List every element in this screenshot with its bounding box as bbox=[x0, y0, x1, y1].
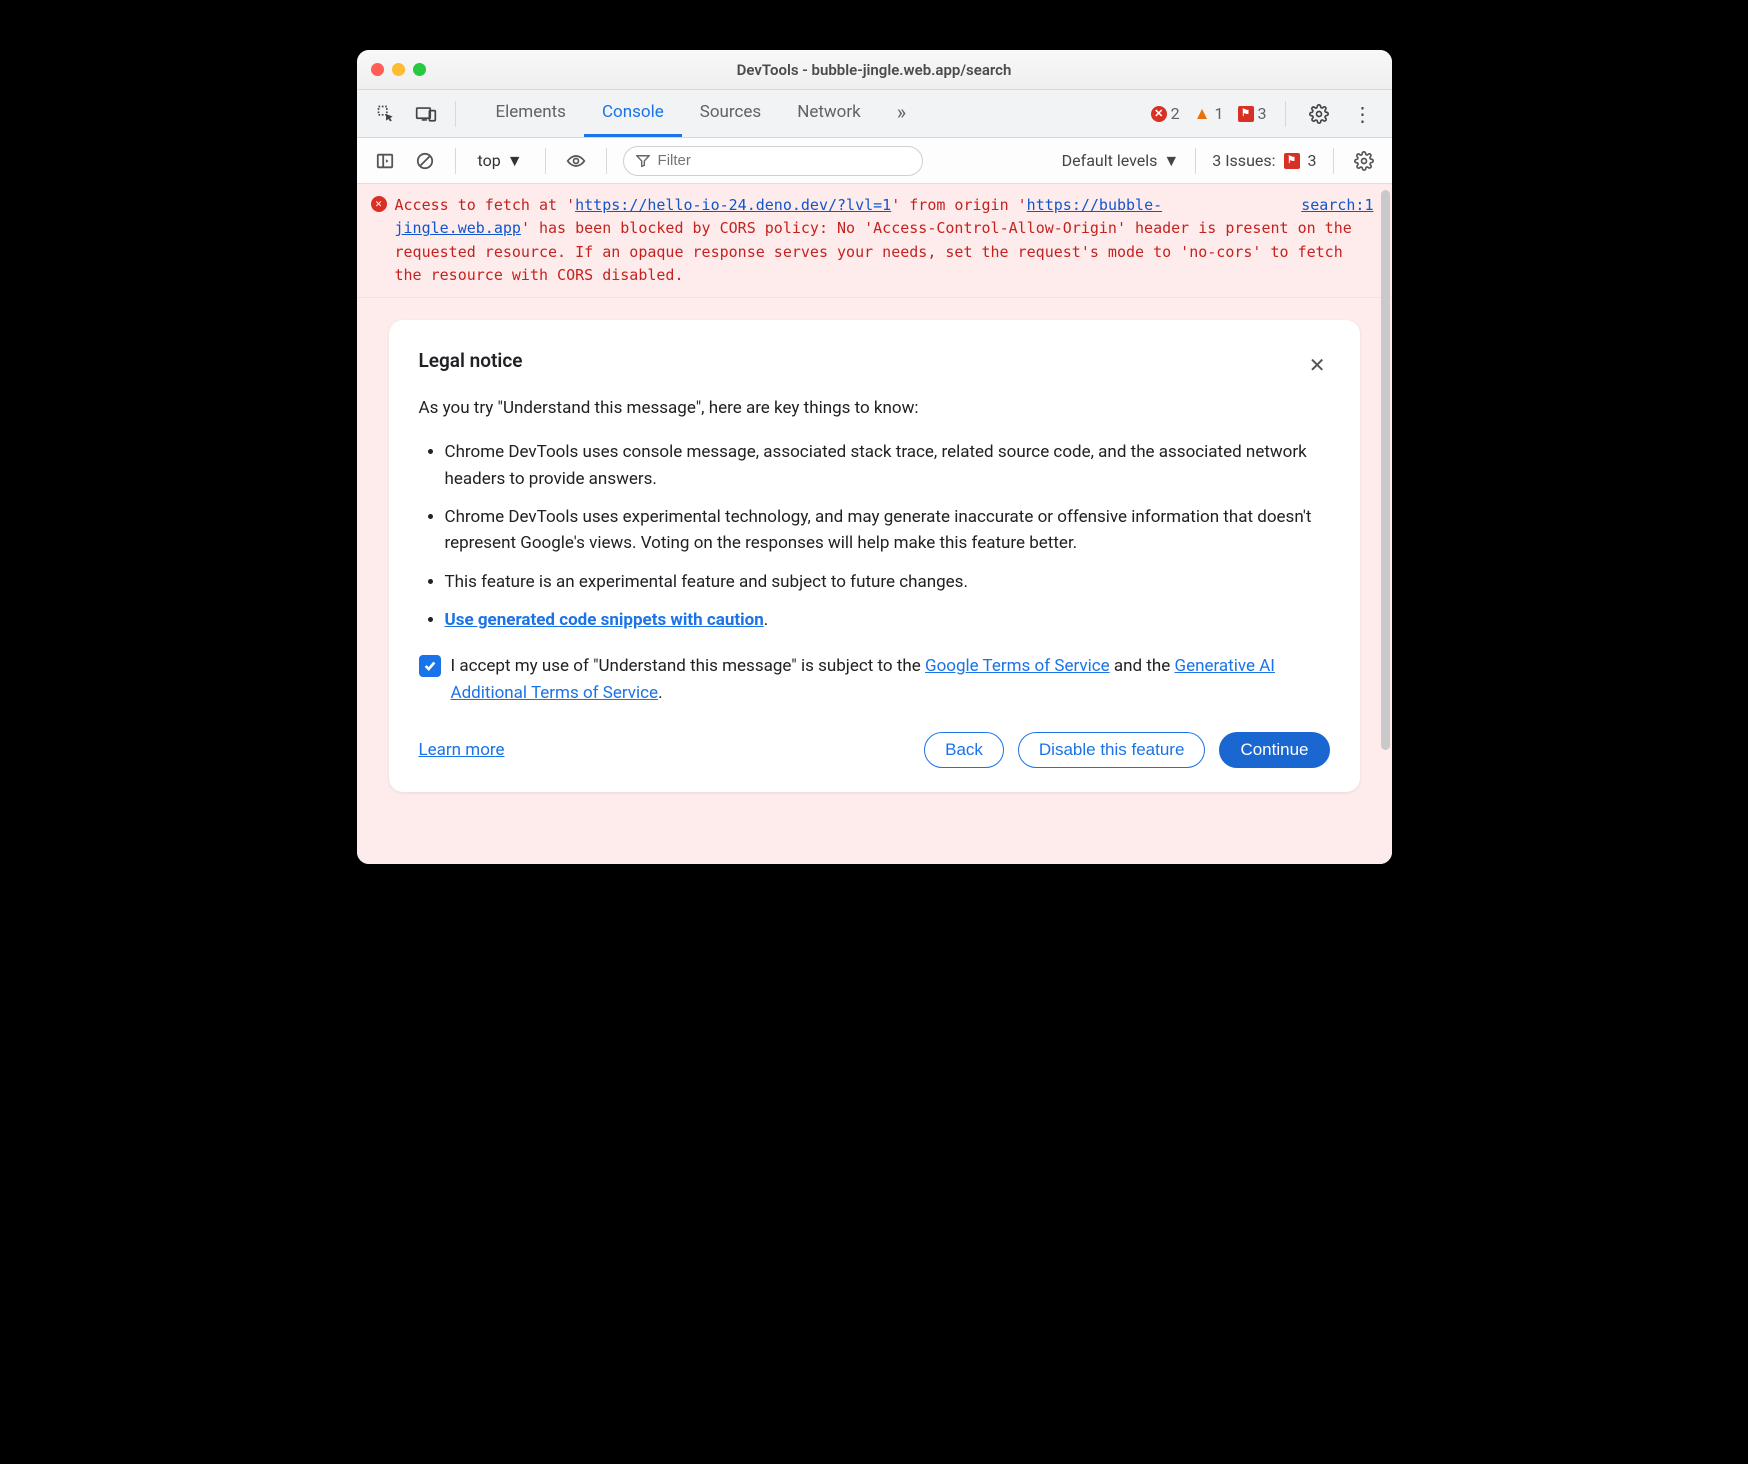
card-bullet-list: Chrome DevTools uses console message, as… bbox=[419, 439, 1330, 633]
card-bullet: Use generated code snippets with caution… bbox=[445, 607, 1330, 633]
issues-count: 3 bbox=[1258, 104, 1267, 123]
log-levels-selector[interactable]: Default levels ▼ bbox=[1062, 151, 1180, 171]
more-menu-icon[interactable]: ⋮ bbox=[1348, 99, 1378, 129]
scrollbar-thumb[interactable] bbox=[1381, 190, 1390, 750]
devtools-window: DevTools - bubble-jingle.web.app/search … bbox=[357, 50, 1392, 864]
tab-sources[interactable]: Sources bbox=[682, 90, 779, 137]
minimize-window-button[interactable] bbox=[392, 63, 405, 76]
chevron-down-icon: ▼ bbox=[1163, 151, 1179, 171]
warning-icon: ▲ bbox=[1194, 104, 1211, 124]
google-tos-link[interactable]: Google Terms of Service bbox=[925, 656, 1110, 676]
learn-more-link[interactable]: Learn more bbox=[419, 737, 505, 763]
filter-input[interactable] bbox=[623, 146, 923, 176]
tab-console[interactable]: Console bbox=[584, 90, 682, 137]
divider bbox=[455, 101, 456, 127]
console-messages: ✕ search:1 Access to fetch at 'https://h… bbox=[357, 184, 1392, 864]
settings-icon[interactable] bbox=[1304, 99, 1334, 129]
issue-icon: ⚑ bbox=[1238, 106, 1254, 122]
close-icon[interactable]: ✕ bbox=[1305, 346, 1330, 385]
card-bullet: This feature is an experimental feature … bbox=[445, 569, 1330, 595]
message-source-link[interactable]: search:1 bbox=[1301, 194, 1373, 217]
tab-overflow[interactable]: » bbox=[879, 90, 924, 137]
divider bbox=[1333, 148, 1334, 174]
caution-link[interactable]: Use generated code snippets with caution bbox=[445, 610, 764, 630]
filter-text-field[interactable] bbox=[658, 152, 910, 169]
error-icon: ✕ bbox=[371, 196, 387, 212]
disable-feature-button[interactable]: Disable this feature bbox=[1018, 732, 1206, 768]
msg-text: Access to fetch at ' bbox=[395, 196, 576, 214]
divider bbox=[606, 148, 607, 174]
legal-notice-card: Legal notice ✕ As you try "Understand th… bbox=[389, 320, 1360, 792]
error-icon: ✕ bbox=[1151, 106, 1167, 122]
main-toolbar: Elements Console Sources Network » ✕ 2 ▲… bbox=[357, 90, 1392, 138]
tab-elements[interactable]: Elements bbox=[478, 90, 584, 137]
window-title: DevTools - bubble-jingle.web.app/search bbox=[357, 61, 1392, 79]
msg-url1[interactable]: https://hello-io-24.deno.dev/?lvl=1 bbox=[575, 196, 891, 214]
panel-tabs: Elements Console Sources Network » bbox=[478, 90, 925, 137]
context-selector[interactable]: top ▼ bbox=[472, 151, 529, 171]
errors-badge[interactable]: ✕ 2 bbox=[1151, 104, 1180, 123]
card-bullet: Chrome DevTools uses console message, as… bbox=[445, 439, 1330, 492]
toggle-sidebar-icon[interactable] bbox=[371, 147, 399, 175]
divider bbox=[1285, 101, 1286, 127]
issues-count: 3 bbox=[1308, 151, 1317, 170]
chevron-down-icon: ▼ bbox=[507, 151, 523, 171]
back-button[interactable]: Back bbox=[924, 732, 1004, 768]
card-footer: Learn more Back Disable this feature Con… bbox=[419, 732, 1330, 768]
check-icon bbox=[423, 659, 437, 673]
divider bbox=[1195, 148, 1196, 174]
tab-network[interactable]: Network bbox=[779, 90, 879, 137]
console-settings-icon[interactable] bbox=[1350, 147, 1378, 175]
accept-checkbox[interactable] bbox=[419, 655, 441, 677]
levels-label: Default levels bbox=[1062, 151, 1158, 170]
msg-text: ' from origin ' bbox=[891, 196, 1026, 214]
device-toolbar-icon[interactable] bbox=[411, 99, 441, 129]
clear-console-icon[interactable] bbox=[411, 147, 439, 175]
context-label: top bbox=[478, 151, 501, 170]
card-bullet: Chrome DevTools uses experimental techno… bbox=[445, 504, 1330, 557]
scrollbar[interactable] bbox=[1378, 184, 1392, 864]
console-toolbar: top ▼ Default levels ▼ 3 Issues: ⚑ 3 bbox=[357, 138, 1392, 184]
issues-badge[interactable]: ⚑ 3 bbox=[1238, 104, 1267, 123]
titlebar: DevTools - bubble-jingle.web.app/search bbox=[357, 50, 1392, 90]
issue-icon: ⚑ bbox=[1284, 153, 1300, 169]
issues-summary[interactable]: 3 Issues: ⚑ 3 bbox=[1212, 151, 1316, 170]
card-title: Legal notice bbox=[419, 346, 523, 375]
live-expression-icon[interactable] bbox=[562, 147, 590, 175]
warnings-count: 1 bbox=[1215, 104, 1224, 123]
continue-button[interactable]: Continue bbox=[1219, 732, 1329, 768]
card-intro: As you try "Understand this message", he… bbox=[419, 395, 1330, 421]
close-window-button[interactable] bbox=[371, 63, 384, 76]
accept-row: I accept my use of "Understand this mess… bbox=[419, 653, 1330, 706]
divider bbox=[545, 148, 546, 174]
warnings-badge[interactable]: ▲ 1 bbox=[1194, 104, 1224, 124]
filter-icon bbox=[636, 154, 650, 168]
toolbar-status: ✕ 2 ▲ 1 ⚑ 3 ⋮ bbox=[1151, 99, 1378, 129]
divider bbox=[455, 148, 456, 174]
maximize-window-button[interactable] bbox=[413, 63, 426, 76]
errors-count: 2 bbox=[1171, 104, 1180, 123]
inspect-element-icon[interactable] bbox=[371, 99, 401, 129]
issues-label: 3 Issues: bbox=[1212, 151, 1275, 170]
window-controls bbox=[371, 63, 426, 76]
console-error-message[interactable]: ✕ search:1 Access to fetch at 'https://h… bbox=[357, 184, 1392, 298]
accept-text: I accept my use of "Understand this mess… bbox=[451, 653, 1330, 706]
msg-text: ' has been blocked by CORS policy: No 'A… bbox=[395, 219, 1352, 284]
